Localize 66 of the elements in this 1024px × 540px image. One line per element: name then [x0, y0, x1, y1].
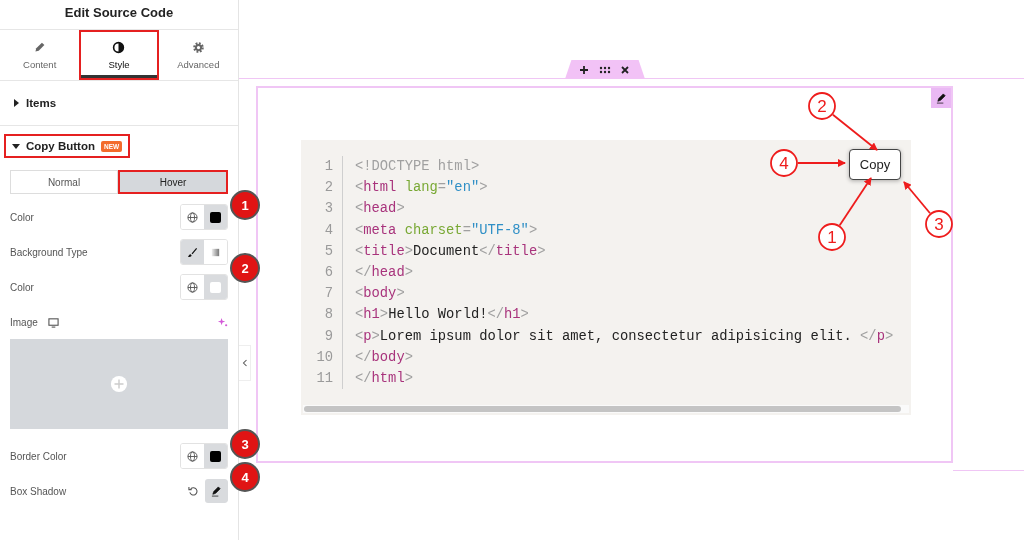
line-number: 10	[301, 346, 343, 368]
number-badge: 4	[230, 462, 260, 492]
control-label: Image	[10, 316, 38, 328]
panel-tab[interactable]: Advanced	[158, 30, 238, 80]
scrollbar-thumb[interactable]	[304, 406, 901, 412]
number-badge: 3	[230, 429, 260, 459]
contrast-icon	[112, 40, 126, 54]
collapse-handle[interactable]	[239, 345, 251, 381]
code-line: <title>Document</title>	[354, 243, 546, 259]
panel-tab[interactable]: Content	[0, 30, 80, 80]
state-tab[interactable]: Hover	[118, 170, 228, 194]
callout-arrow	[838, 177, 872, 227]
gear-icon	[191, 40, 205, 54]
state-tab[interactable]: Normal	[10, 170, 118, 194]
callout-arrow	[797, 159, 846, 167]
line-number: 3	[301, 198, 343, 220]
line-number: 6	[301, 261, 343, 284]
callout-arrow	[832, 113, 878, 151]
number-badge: 1	[230, 190, 260, 220]
line-number: 11	[301, 367, 343, 390]
code-line: <html lang="en">	[354, 180, 488, 196]
brush-icon[interactable]	[181, 240, 204, 264]
code-line: <head>	[354, 201, 405, 217]
code-line: <body>	[354, 286, 405, 302]
pencil-icon	[33, 40, 47, 54]
caret-icon	[12, 99, 20, 107]
line-number: 8	[301, 304, 343, 326]
add-icon	[110, 375, 128, 393]
color-swatch[interactable]	[204, 275, 227, 299]
line-number: 5	[301, 240, 343, 262]
control-label: Color	[10, 211, 34, 223]
line-number: 9	[301, 325, 343, 347]
line-number: 4	[301, 219, 343, 241]
edit-icon[interactable]	[931, 88, 951, 108]
code-line: <h1>Hello World!</h1>	[354, 307, 529, 323]
edit-icon[interactable]	[205, 479, 228, 503]
control-label: Box Shadow	[10, 485, 67, 497]
callout-marker: 4	[770, 149, 798, 177]
line-number: 7	[301, 283, 343, 305]
control-label: Background Type	[10, 246, 88, 258]
section-toggle[interactable]: Items	[4, 91, 65, 115]
code-line: <meta charset="UTF-8">	[354, 222, 538, 238]
monitor-icon	[47, 316, 59, 328]
code-line: </body>	[354, 349, 413, 365]
line-number: 2	[301, 177, 343, 199]
color-swatch[interactable]	[204, 444, 227, 468]
control-label: Border Color	[10, 450, 67, 462]
panel-tab[interactable]: Style	[79, 30, 159, 80]
sparkle-icon[interactable]	[217, 316, 228, 328]
panel-title: Edit Source Code	[0, 0, 238, 30]
code-line: <p>Lorem ipsum dolor sit amet, consectetur adipisicing elit. </p>	[354, 328, 894, 344]
copy-button[interactable]: Copy	[849, 149, 901, 180]
callout-marker: 1	[818, 223, 846, 251]
color-swatch[interactable]	[204, 205, 227, 229]
number-badge: 2	[230, 253, 260, 283]
reset-icon[interactable]	[188, 485, 199, 497]
code-line: </head>	[354, 265, 413, 281]
code-line: <!DOCTYPE html>	[354, 159, 480, 175]
code-line: </html>	[354, 370, 413, 386]
callout-arrow	[903, 181, 931, 215]
control-label: Color	[10, 281, 34, 293]
callout-marker: 2	[808, 92, 836, 120]
section-handle[interactable]	[565, 60, 645, 79]
caret-icon	[12, 142, 20, 150]
callout-marker: 3	[925, 210, 953, 238]
line-number: 1	[301, 156, 343, 178]
